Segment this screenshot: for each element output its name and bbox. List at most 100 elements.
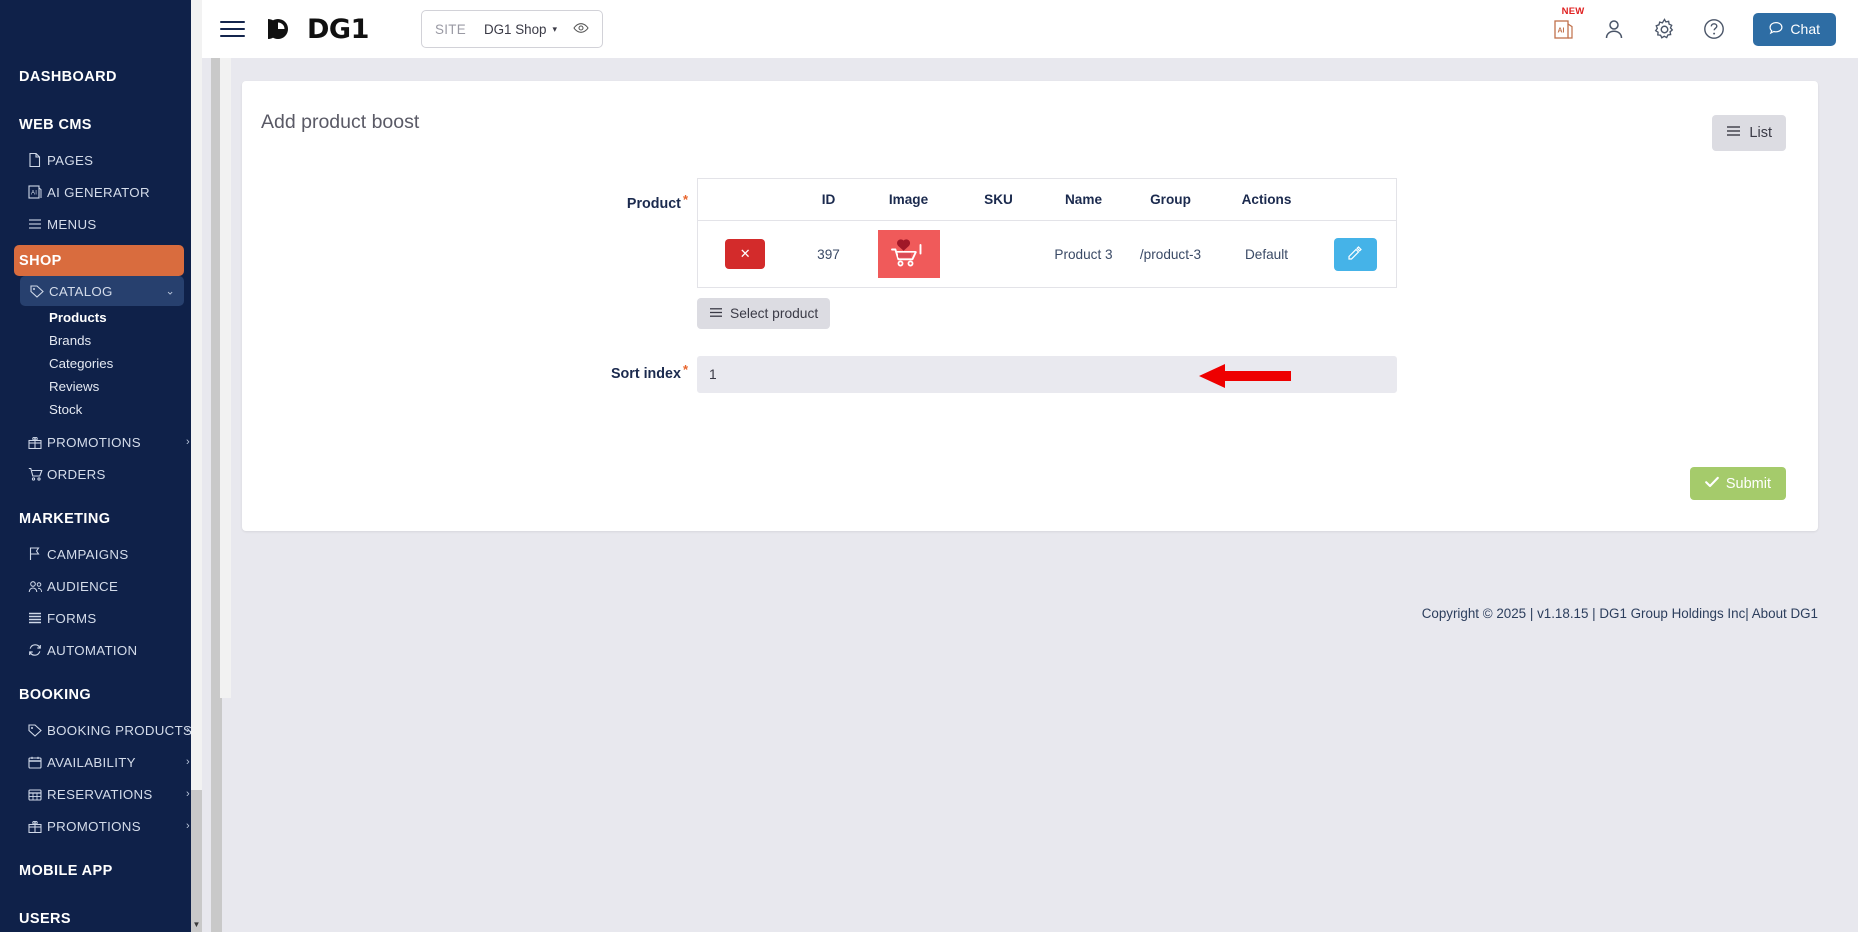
sidebar-item-availability[interactable]: AVAILABILITY › bbox=[0, 746, 202, 778]
sidebar-item-categories[interactable]: Categories bbox=[0, 352, 202, 375]
sidebar-item-label: CAMPAIGNS bbox=[47, 546, 129, 562]
sidebar-section-label: MARKETING bbox=[19, 511, 111, 527]
select-product-button[interactable]: Select product bbox=[697, 298, 831, 329]
settings-gear-icon[interactable] bbox=[1639, 0, 1689, 58]
sidebar-item-brands[interactable]: Brands bbox=[0, 329, 202, 352]
submit-button[interactable]: Submit bbox=[1689, 467, 1786, 500]
edit-product-button[interactable] bbox=[1333, 237, 1377, 271]
forms-lines-icon bbox=[28, 612, 47, 624]
sidebar-item-menus[interactable]: MENUS bbox=[0, 208, 202, 240]
product-field-label: Product * bbox=[242, 178, 697, 329]
ai-document-icon[interactable]: NEW AI bbox=[1539, 0, 1589, 58]
sort-index-field-label: Sort index * bbox=[242, 356, 697, 393]
site-value: DG1 Shop bbox=[483, 21, 547, 37]
product-thumbnail[interactable] bbox=[877, 230, 940, 278]
sidebar-item-orders[interactable]: ORDERS bbox=[0, 458, 202, 490]
chat-button-label: Chat bbox=[1790, 21, 1820, 37]
sidebar-item-label: AUDIENCE bbox=[47, 578, 119, 594]
sidebar-item-label: CATALOG bbox=[49, 283, 113, 299]
sidebar-item-label: ORDERS bbox=[47, 466, 106, 482]
sidebar-item-shop-promotions[interactable]: PROMOTIONS › bbox=[0, 426, 202, 458]
sidebar-item-audience[interactable]: AUDIENCE bbox=[0, 570, 202, 602]
eye-preview-icon[interactable] bbox=[573, 22, 589, 37]
sidebar-item-catalog[interactable]: CATALOG ⌄ bbox=[20, 276, 184, 306]
page-file-icon bbox=[28, 153, 47, 167]
sidebar-item-pages[interactable]: PAGES bbox=[0, 144, 202, 176]
sidebar-item-label: AUTOMATION bbox=[47, 642, 138, 658]
sidebar-section-label: WEB CMS bbox=[19, 117, 92, 133]
cell-name: Product 3 bbox=[1054, 246, 1113, 262]
menu-lines-icon bbox=[28, 218, 47, 230]
list-lines-icon bbox=[1726, 125, 1741, 141]
check-icon bbox=[1705, 476, 1719, 492]
sidebar: DASHBOARD WEB CMS PAGES AI AI GENERATOR bbox=[0, 0, 202, 932]
sidebar-section-marketing[interactable]: MARKETING bbox=[0, 500, 202, 538]
sidebar-item-stock[interactable]: Stock bbox=[0, 398, 202, 421]
cell-edit bbox=[1315, 221, 1397, 288]
content-scrollbar-thumb[interactable] bbox=[220, 58, 231, 698]
content-scrollbar-track[interactable] bbox=[211, 58, 231, 932]
ai-generator-icon: AI bbox=[28, 185, 47, 199]
footer-copyright: Copyright © 2025 bbox=[1421, 606, 1527, 621]
product-table: ID Image SKU Name Group Actions ✕ 397 Pr… bbox=[697, 178, 1397, 288]
sidebar-scrollbar-track[interactable]: ▼ bbox=[191, 0, 202, 932]
sidebar-item-campaigns[interactable]: CAMPAIGNS bbox=[0, 538, 202, 570]
sidebar-item-products[interactable]: Products bbox=[0, 306, 202, 329]
sidebar-section-dashboard[interactable]: DASHBOARD bbox=[0, 58, 202, 96]
col-image: Image bbox=[864, 178, 953, 221]
product-form-row: Product * ID Image SKU Name Group Action… bbox=[242, 178, 1818, 329]
sort-index-label-text: Sort index bbox=[611, 366, 681, 382]
footer-separator: | bbox=[1529, 606, 1534, 621]
close-icon: ✕ bbox=[739, 246, 751, 261]
sidebar-item-booking-promotions[interactable]: PROMOTIONS › bbox=[0, 810, 202, 842]
cell-group: /product-3 bbox=[1139, 246, 1202, 262]
product-table-body: ✕ 397 Product 3 /product-3 Default bbox=[698, 221, 1397, 288]
product-field-body: ID Image SKU Name Group Actions ✕ 397 Pr… bbox=[697, 178, 1397, 329]
sidebar-item-forms[interactable]: FORMS bbox=[0, 602, 202, 634]
top-bar-left: DG1 bbox=[202, 0, 404, 58]
user-account-icon[interactable] bbox=[1589, 0, 1639, 58]
cart-icon bbox=[28, 467, 47, 481]
cell-delete: ✕ bbox=[698, 221, 793, 288]
sidebar-section-mobile-app[interactable]: MOBILE APP bbox=[0, 852, 202, 890]
col-sku: SKU bbox=[952, 178, 1045, 221]
sidebar-leaf-label: Products bbox=[49, 310, 107, 325]
tag-icon bbox=[30, 284, 49, 298]
sidebar-item-automation[interactable]: AUTOMATION bbox=[0, 634, 202, 666]
sidebar-section-shop[interactable]: SHOP bbox=[14, 245, 184, 276]
sort-index-input[interactable] bbox=[697, 356, 1397, 393]
remove-product-button[interactable]: ✕ bbox=[725, 239, 766, 269]
main-area: DG1 SITE DG1 Shop ▾ NEW AI Chat Add prod… bbox=[202, 0, 1858, 932]
chevron-right-icon: › bbox=[186, 788, 190, 800]
sidebar-item-booking-products[interactable]: BOOKING PRODUCTS › bbox=[0, 714, 202, 746]
product-label-text: Product bbox=[626, 196, 681, 212]
dg1-logo[interactable]: DG1 bbox=[264, 14, 369, 45]
sidebar-scroll-down-arrow[interactable]: ▼ bbox=[191, 918, 202, 932]
sidebar-section-label: DASHBOARD bbox=[19, 69, 117, 85]
list-button[interactable]: List bbox=[1712, 115, 1786, 151]
col-id: ID bbox=[792, 178, 865, 221]
logo-text: DG1 bbox=[307, 13, 369, 45]
footer-about-link[interactable]: About DG1 bbox=[1752, 606, 1818, 621]
site-selector[interactable]: SITE DG1 Shop ▾ bbox=[421, 10, 603, 48]
cart-heart-icon bbox=[890, 239, 921, 267]
sidebar-section-webcms[interactable]: WEB CMS bbox=[0, 106, 202, 144]
sidebar-leaf-label: Categories bbox=[49, 356, 114, 371]
chevron-right-icon: › bbox=[186, 724, 190, 736]
table-row: ✕ 397 Product 3 /product-3 Default bbox=[698, 221, 1397, 288]
col-actions: Actions bbox=[1218, 178, 1315, 221]
sidebar-item-reservations[interactable]: RESERVATIONS › bbox=[0, 778, 202, 810]
sidebar-scrollbar-thumb[interactable] bbox=[191, 0, 202, 790]
sidebar-item-ai-generator[interactable]: AI AI GENERATOR bbox=[0, 176, 202, 208]
sidebar-item-label: RESERVATIONS bbox=[47, 786, 153, 802]
sidebar-section-label: USERS bbox=[19, 911, 71, 927]
sidebar-item-label: BOOKING PRODUCTS bbox=[47, 722, 193, 738]
help-question-icon[interactable] bbox=[1689, 0, 1739, 58]
sidebar-item-reviews[interactable]: Reviews bbox=[0, 375, 202, 398]
gift-icon bbox=[28, 436, 47, 449]
hamburger-menu-icon[interactable] bbox=[220, 17, 245, 42]
cell-sku bbox=[953, 221, 1045, 288]
sidebar-section-users[interactable]: USERS bbox=[0, 900, 202, 932]
chat-button[interactable]: Chat bbox=[1753, 12, 1836, 46]
sidebar-section-booking[interactable]: BOOKING bbox=[0, 676, 202, 714]
